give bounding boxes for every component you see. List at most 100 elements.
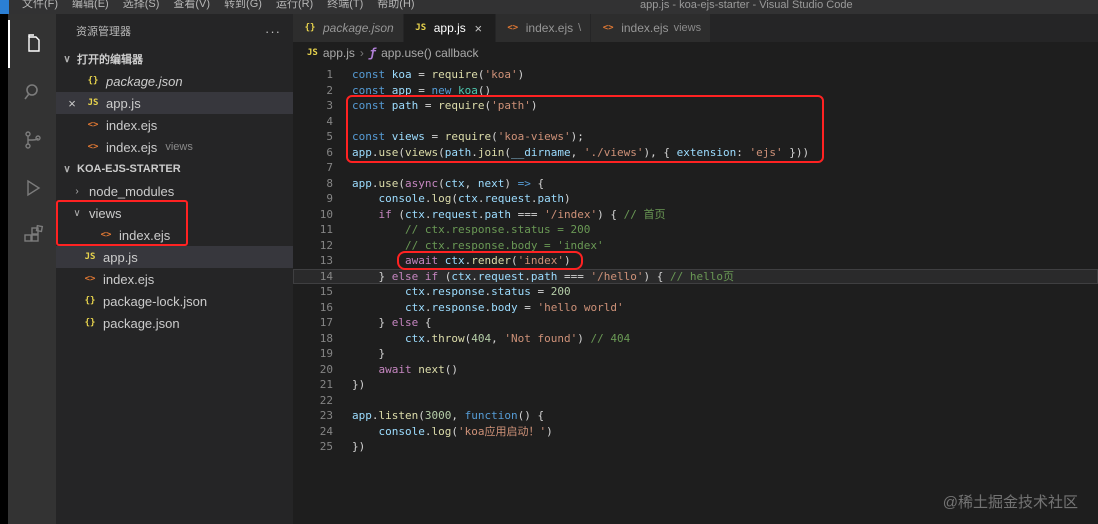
close-icon[interactable]: × xyxy=(64,96,80,111)
code-line[interactable]: 20 await next() xyxy=(293,362,1098,378)
code-line[interactable]: 15 ctx.response.status = 200 xyxy=(293,284,1098,300)
menu-item[interactable]: 运行(R) xyxy=(269,0,320,14)
code-line[interactable]: 4 xyxy=(293,114,1098,130)
line-number: 7 xyxy=(326,161,333,174)
code-line[interactable]: 23 app.listen(3000, function() { xyxy=(293,408,1098,424)
tab-index.ejs[interactable]: <> index.ejs views xyxy=(591,14,712,42)
file-label: index.ejs xyxy=(119,227,171,243)
code-line[interactable]: 25}) xyxy=(293,439,1098,455)
tab-app.js[interactable]: JS app.js × xyxy=(403,14,496,42)
menu-item[interactable]: 转到(G) xyxy=(217,0,269,14)
file-label: index.ejs xyxy=(106,139,158,155)
code-line[interactable]: 13 await ctx.render('index') xyxy=(293,253,1098,269)
open-editor-item[interactable]: {} package.json xyxy=(56,70,293,92)
tree-item-package.json[interactable]: {} package.json xyxy=(56,312,293,334)
open-editors-list: {} package.json × JS app.js <> index.ejs <> inde… xyxy=(56,70,293,158)
menu-item[interactable]: 选择(S) xyxy=(116,0,167,14)
ejs-file-icon: <> xyxy=(507,23,519,33)
code-line[interactable]: 3 const path = require('path') xyxy=(293,98,1098,114)
window-title: app.js - koa-ejs-starter - Visual Studio… xyxy=(640,0,853,11)
line-number: 3 xyxy=(326,99,333,112)
line-number: 8 xyxy=(326,176,333,190)
line-content: await next() xyxy=(378,362,459,376)
extensions-icon[interactable] xyxy=(8,212,56,260)
vscode-logo xyxy=(0,0,9,14)
line-number: 24 xyxy=(319,424,333,438)
explorer-title: 资源管理器 xyxy=(76,26,131,38)
open-editor-item[interactable]: <> index.ejs views xyxy=(56,136,293,158)
breadcrumb-item[interactable]: app.use() callback xyxy=(381,46,478,60)
code-line[interactable]: 11 // ctx.response.status = 200 xyxy=(293,222,1098,238)
code-line[interactable]: 22 xyxy=(293,393,1098,409)
menu-item[interactable]: 查看(V) xyxy=(166,0,217,14)
open-editors-label: 打开的编辑器 xyxy=(77,54,143,66)
menu-item[interactable]: 终端(T) xyxy=(320,0,370,14)
tab-package.json[interactable]: {} package.json xyxy=(293,14,404,42)
code-line[interactable]: 19 } xyxy=(293,346,1098,362)
json-file-icon: {} xyxy=(84,296,96,306)
tree-item-package-lock.json[interactable]: {} package-lock.json xyxy=(56,290,293,312)
project-section[interactable]: ∨ KOA-EJS-STARTER xyxy=(56,158,293,180)
tree-item-index.ejs[interactable]: <> index.ejs xyxy=(56,224,293,246)
line-number: 22 xyxy=(319,393,333,407)
sidebar-explorer: 资源管理器 ··· ∨ 打开的编辑器 {} package.json × JS app.… xyxy=(56,14,293,524)
code-line[interactable]: 8 app.use(async(ctx, next) => { xyxy=(293,176,1098,192)
run-debug-icon[interactable] xyxy=(8,164,56,212)
code-line[interactable]: 16 ctx.response.body = 'hello world' xyxy=(293,300,1098,316)
line-content: app.use(views(path.join(__dirname, './vi… xyxy=(352,145,810,159)
menu-bar: 文件(F) 编辑(E) 选择(S) 查看(V) 转到(G) 运行(R) 终端(T) 帮助(H) xyxy=(15,0,422,14)
code-line[interactable]: 14 } else if (ctx.request.path === '/hel… xyxy=(293,268,1098,284)
json-file-icon: {} xyxy=(87,76,99,86)
code-line[interactable]: 2 const app = new koa() xyxy=(293,83,1098,99)
ejs-file-icon: <> xyxy=(84,274,96,284)
code-line[interactable]: 6 app.use(views(path.join(__dirname, './v… xyxy=(293,145,1098,161)
tree-item-views[interactable]: ∨ views xyxy=(56,202,293,224)
code-line[interactable]: 21}) xyxy=(293,377,1098,393)
search-icon[interactable] xyxy=(8,68,56,116)
code-line[interactable]: 10 if (ctx.request.path === '/index') { … xyxy=(293,207,1098,223)
chevron-right-icon: › xyxy=(75,185,79,197)
menu-item[interactable]: 帮助(H) xyxy=(370,0,421,14)
line-number: 16 xyxy=(319,300,333,314)
tab-detail: views xyxy=(673,22,702,34)
tree-item-node_modules[interactable]: › node_modules xyxy=(56,180,293,202)
tree-item-index.ejs[interactable]: <> index.ejs xyxy=(56,268,293,290)
menu-item[interactable]: 编辑(E) xyxy=(65,0,116,14)
code-editor[interactable]: 1 const koa = require('koa') 2 const app = … xyxy=(293,64,1098,455)
code-line[interactable]: 1 const koa = require('koa') xyxy=(293,67,1098,83)
close-icon[interactable]: × xyxy=(471,21,486,36)
ejs-file-icon: <> xyxy=(87,142,99,152)
line-content: ctx.throw(404, 'Not found') // 404 xyxy=(404,331,631,345)
more-actions-icon[interactable]: ··· xyxy=(265,24,281,39)
code-line[interactable]: 12 // ctx.response.body = 'index' xyxy=(293,238,1098,254)
code-line[interactable]: 9 console.log(ctx.request.path) xyxy=(293,191,1098,207)
code-line[interactable]: 24 console.log('koa应用启动！') xyxy=(293,424,1098,440)
file-label: node_modules xyxy=(89,183,175,199)
line-content: const app = new koa() xyxy=(352,83,492,97)
source-control-icon[interactable] xyxy=(8,116,56,164)
open-editor-item[interactable]: × JS app.js xyxy=(56,92,293,114)
code-line[interactable]: 18 ctx.throw(404, 'Not found') // 404 xyxy=(293,331,1098,347)
line-content: } else if (ctx.request.path === '/hello'… xyxy=(352,269,734,283)
open-editors-section[interactable]: ∨ 打开的编辑器 xyxy=(56,48,293,70)
tab-index.ejs[interactable]: <> index.ejs \ xyxy=(495,14,592,42)
open-editor-item[interactable]: <> index.ejs xyxy=(56,114,293,136)
line-number: 12 xyxy=(319,238,333,252)
tab-label: index.ejs xyxy=(525,21,574,35)
file-label: views xyxy=(89,205,122,221)
line-number: 15 xyxy=(319,285,333,298)
tab-bar: {} package.json JS app.js × <> index.ejs \ <> ind… xyxy=(293,14,1098,42)
line-content: } else { xyxy=(352,316,432,329)
breadcrumb-item[interactable]: app.js xyxy=(323,46,355,60)
code-line[interactable]: 7 xyxy=(293,160,1098,176)
tab-label: package.json xyxy=(323,21,394,35)
line-number: 23 xyxy=(319,409,333,422)
tree-item-app.js[interactable]: JS app.js xyxy=(56,246,293,268)
code-line[interactable]: 17 } else { xyxy=(293,315,1098,331)
explorer-icon[interactable] xyxy=(8,20,56,68)
tab-label: index.ejs xyxy=(621,21,669,35)
line-number: 11 xyxy=(319,223,333,236)
code-line[interactable]: 5 const views = require('koa-views'); xyxy=(293,129,1098,145)
menu-item[interactable]: 文件(F) xyxy=(15,0,65,14)
js-icon: JS xyxy=(307,48,318,58)
